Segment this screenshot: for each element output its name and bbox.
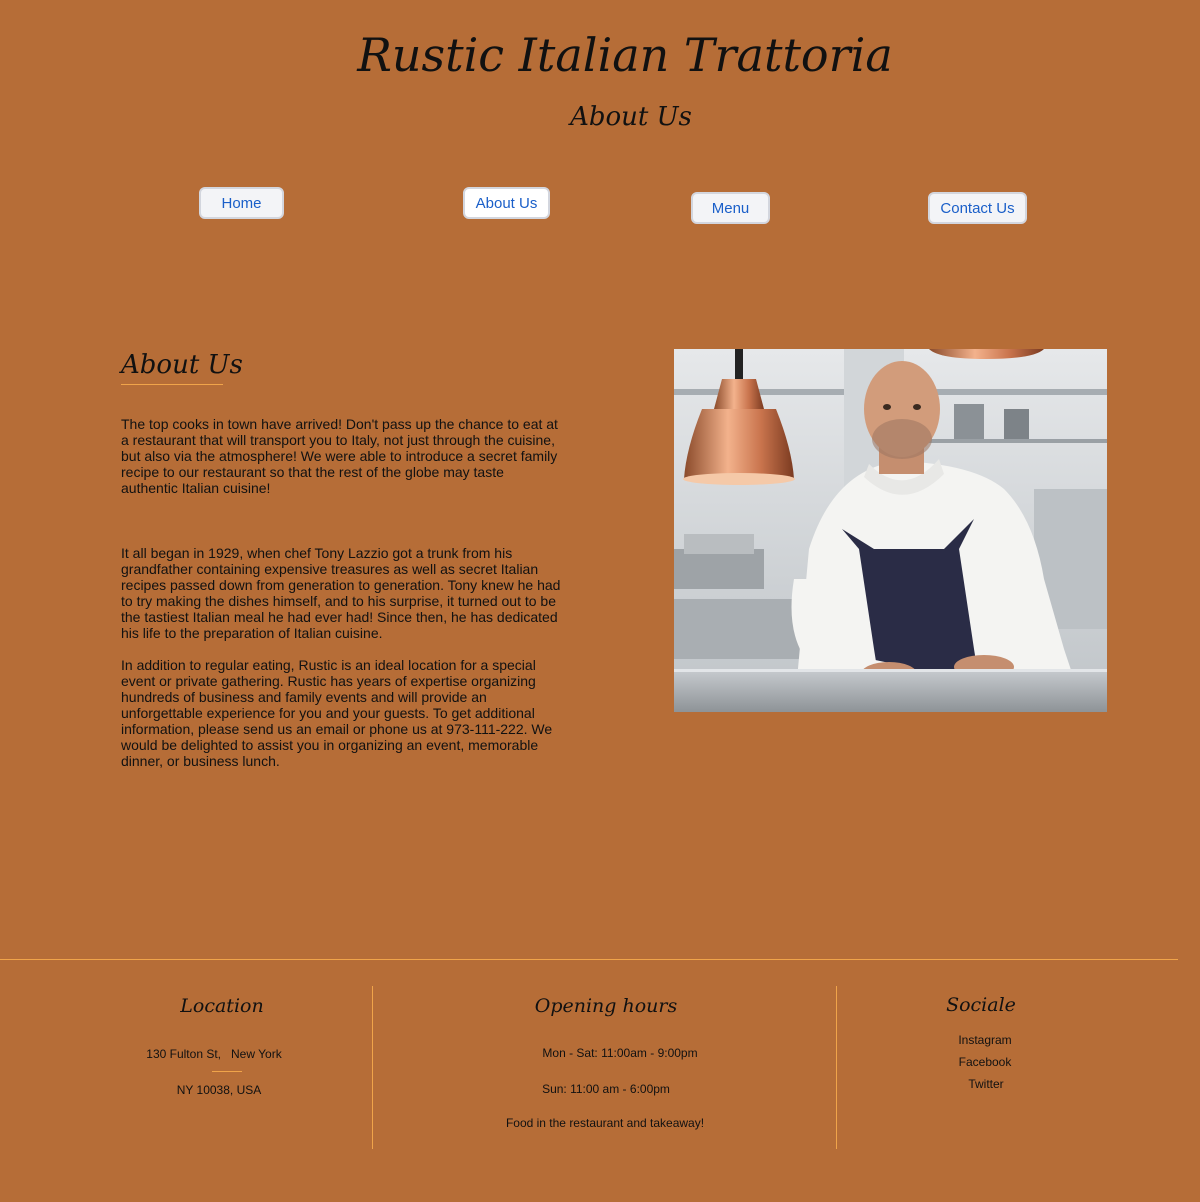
- nav-home-button[interactable]: Home: [199, 187, 284, 219]
- about-paragraph-intro: The top cooks in town have arrived! Don'…: [121, 416, 558, 496]
- footer-social-heading: Sociale: [946, 994, 1016, 1016]
- footer-location-street: 130 Fulton St, New York: [146, 1047, 282, 1061]
- footer-top-rule: [0, 959, 1178, 960]
- page-subtitle: About Us: [570, 102, 692, 132]
- about-paragraph-events: In addition to regular eating, Rustic is…: [121, 657, 553, 769]
- social-link-twitter[interactable]: Twitter: [886, 1077, 1086, 1091]
- about-paragraph-history: It all began in 1929, when chef Tony Laz…: [121, 545, 561, 641]
- site-title: Rustic Italian Trattoria: [357, 28, 893, 82]
- chef-photo: [674, 349, 1107, 712]
- footer-location-city: NY 10038, USA: [176, 1083, 262, 1097]
- social-link-facebook[interactable]: Facebook: [885, 1055, 1085, 1069]
- footer-location-separator: [212, 1071, 242, 1072]
- footer-hours-sunday: Sun: 11:00 am - 6:00pm: [542, 1082, 670, 1096]
- footer-divider-right: [836, 986, 837, 1149]
- social-link-instagram[interactable]: Instagram: [885, 1033, 1085, 1047]
- nav-menu-button[interactable]: Menu: [691, 192, 770, 224]
- footer-divider-left: [372, 986, 373, 1149]
- footer-hours-weekdays: Mon - Sat: 11:00am - 9:00pm: [542, 1046, 698, 1060]
- footer-hours-heading: Opening hours: [534, 995, 678, 1017]
- footer-location-heading: Location: [180, 995, 264, 1017]
- chef-photo-illustration: [674, 349, 1107, 712]
- nav-contact-button[interactable]: Contact Us: [928, 192, 1027, 224]
- nav-about-button[interactable]: About Us: [463, 187, 550, 219]
- about-heading: About Us: [121, 350, 243, 385]
- footer-hours-note: Food in the restaurant and takeaway!: [505, 1116, 705, 1130]
